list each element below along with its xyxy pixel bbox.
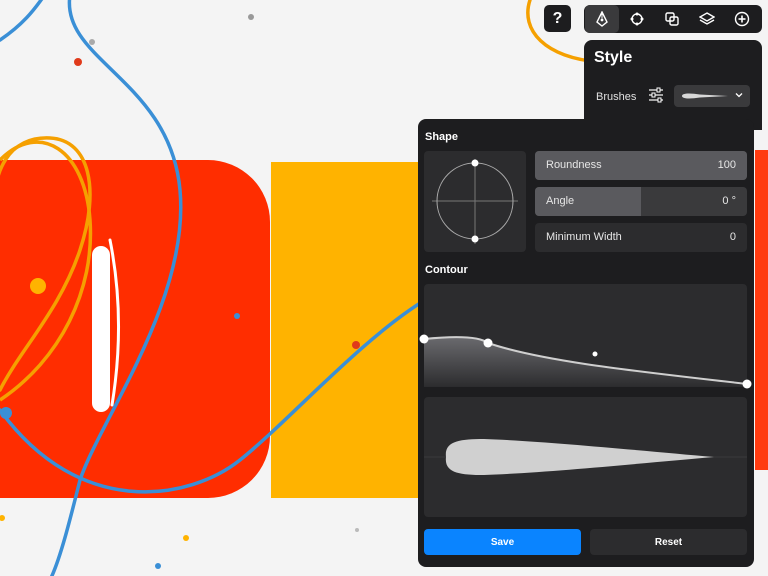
roundness-slider[interactable]: Roundness 100 — [535, 151, 747, 180]
brush-stroke-icon — [682, 93, 728, 99]
transform-icon — [630, 12, 644, 26]
transform-tool-button[interactable] — [620, 5, 654, 33]
chevron-down-icon — [735, 93, 743, 98]
shape-handle-bottom[interactable] — [471, 235, 479, 243]
contour-point[interactable] — [483, 338, 493, 348]
minimum-width-slider[interactable]: Minimum Width 0 — [535, 223, 747, 252]
shapes-tool-button[interactable] — [655, 5, 689, 33]
save-button[interactable]: Save — [424, 529, 581, 555]
shapes-icon — [665, 12, 679, 26]
brush-stroke-preview — [424, 397, 747, 517]
add-button[interactable] — [725, 5, 759, 33]
minimum-width-value: 0 — [729, 231, 736, 243]
minimum-width-label: Minimum Width — [546, 231, 622, 243]
yellow-rectangle — [271, 162, 421, 498]
brush-select-dropdown[interactable] — [674, 85, 750, 107]
style-panel-title: Style — [594, 49, 633, 66]
reset-button[interactable]: Reset — [590, 529, 747, 555]
contour-point[interactable] — [742, 379, 752, 389]
angle-slider[interactable]: Angle 0 ° — [535, 187, 747, 216]
add-icon — [734, 11, 750, 27]
contour-control-point[interactable] — [592, 351, 598, 357]
contour-graph[interactable] — [419, 284, 752, 389]
angle-value: 0 ° — [722, 195, 736, 207]
shape-handle-top[interactable] — [471, 159, 479, 167]
pen-nib-icon — [596, 11, 608, 27]
help-button[interactable]: ? — [544, 5, 571, 32]
roundness-value: 100 — [717, 159, 736, 171]
layers-icon — [699, 12, 715, 25]
layers-tool-button[interactable] — [690, 5, 724, 33]
sliders-icon — [649, 87, 663, 103]
shape-section-title: Shape — [425, 131, 459, 143]
style-tool-button[interactable] — [585, 5, 619, 33]
angle-label: Angle — [546, 195, 575, 207]
brush-shape-preview[interactable] — [424, 151, 526, 252]
contour-point[interactable] — [419, 334, 429, 344]
top-toolbar — [584, 5, 762, 33]
yellow-dot — [30, 278, 46, 294]
brush-settings-button[interactable] — [646, 85, 666, 105]
white-highlight-bar — [92, 246, 110, 412]
roundness-label: Roundness — [546, 159, 602, 171]
brush-settings-panel: Shape Roundness 100 Angle 0 ° Minimum Wi… — [418, 119, 754, 567]
contour-section-title: Contour — [425, 264, 468, 276]
brushes-label: Brushes — [596, 91, 637, 103]
style-panel: Style Brushes — [584, 40, 762, 130]
